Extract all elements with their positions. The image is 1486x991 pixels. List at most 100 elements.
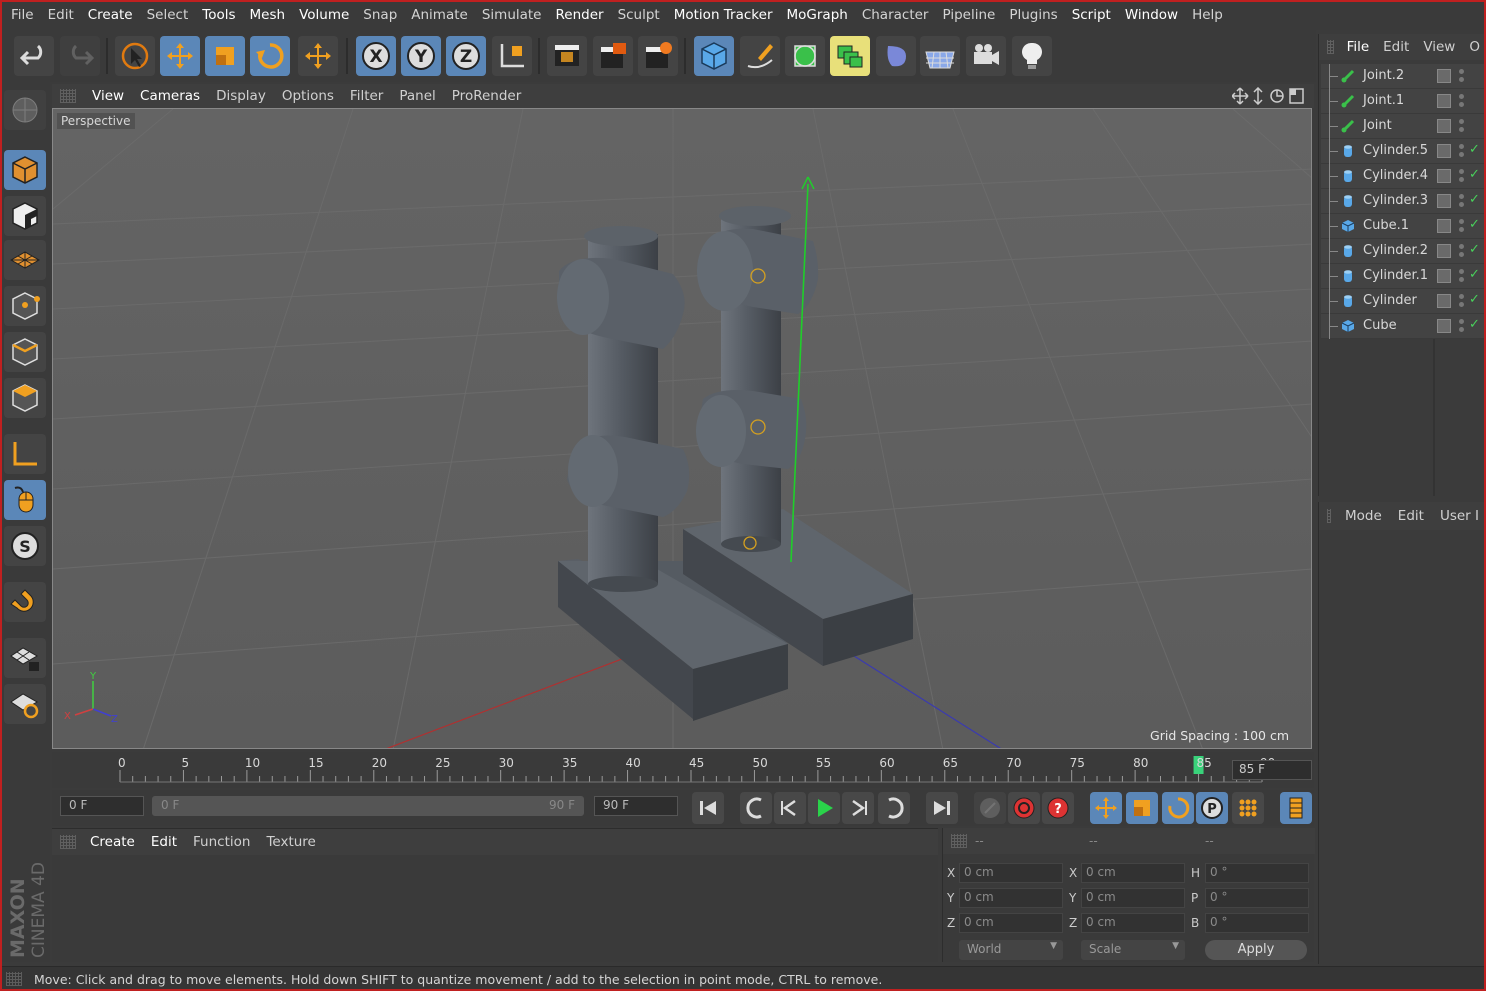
preview-range-slider[interactable]: 0 F 90 F [152, 796, 584, 816]
coord-pos-z-field[interactable]: 0 cm [959, 913, 1063, 933]
key-position-icon[interactable] [1090, 792, 1122, 824]
menu-motion-tracker[interactable]: Motion Tracker [667, 7, 780, 23]
object-name[interactable]: Cylinder.1 [1363, 268, 1428, 283]
menu-simulate[interactable]: Simulate [475, 7, 549, 23]
attribute-menu-user-data[interactable]: User I [1432, 508, 1486, 524]
points-mode-icon[interactable] [4, 286, 46, 326]
keyframe-selection-icon[interactable]: ? [1042, 792, 1074, 824]
object-y-axis-handle[interactable] [790, 176, 815, 563]
current-frame-field[interactable]: 85 F [1232, 760, 1312, 780]
next-frame-icon[interactable] [842, 792, 874, 824]
display-tag-icon[interactable] [1437, 194, 1451, 208]
autokeying-icon[interactable] [1008, 792, 1040, 824]
viewport-menu-panel[interactable]: Panel [391, 88, 443, 104]
panel-grip[interactable] [951, 834, 967, 848]
object-row-cylinder-4[interactable]: Cylinder.4 ✓ [1321, 164, 1485, 189]
object-menu-edit[interactable]: Edit [1376, 39, 1416, 55]
visibility-dots-icon[interactable] [1459, 69, 1465, 83]
workplane-rotate-icon[interactable] [4, 684, 46, 724]
object-row-cube[interactable]: Cube ✓ [1321, 314, 1485, 339]
timeline-layout-icon[interactable] [1280, 792, 1312, 824]
solo-mode-icon[interactable]: S [4, 526, 46, 566]
polygons-mode-icon[interactable] [4, 378, 46, 418]
perspective-viewport[interactable]: Y X Z Perspective Grid Spacing : 100 cm [52, 108, 1312, 749]
menu-plugins[interactable]: Plugins [1002, 7, 1064, 23]
object-row-joint-2[interactable]: Joint.2 [1321, 64, 1485, 89]
key-rotation-icon[interactable] [1162, 792, 1194, 824]
object-name[interactable]: Cylinder.4 [1363, 168, 1428, 183]
coord-scale-dropdown[interactable]: Scale ▼ [1081, 940, 1185, 960]
object-menu-view[interactable]: View [1416, 39, 1462, 55]
menu-pipeline[interactable]: Pipeline [935, 7, 1002, 23]
panel-grip[interactable] [1327, 40, 1334, 54]
menu-edit[interactable]: Edit [41, 7, 81, 23]
axis-mode-icon[interactable] [4, 434, 46, 474]
viewport-rotate-icon[interactable] [1270, 89, 1284, 103]
viewport-zoom-icon[interactable] [1253, 87, 1263, 105]
pen-spline-icon[interactable] [740, 36, 780, 76]
coordinate-system-icon[interactable] [492, 36, 532, 76]
object-name[interactable]: Cylinder.5 [1363, 143, 1428, 158]
menu-render[interactable]: Render [549, 7, 611, 23]
apply-button[interactable]: Apply [1205, 940, 1307, 960]
panel-grip[interactable] [6, 972, 22, 986]
coord-pos-x-field[interactable]: 0 cm [959, 863, 1063, 883]
start-frame-field[interactable]: 0 F [60, 796, 144, 816]
display-tag-icon[interactable] [1437, 69, 1451, 83]
panel-grip[interactable] [60, 89, 76, 103]
light-icon[interactable] [1012, 36, 1052, 76]
menu-file[interactable]: File [4, 7, 41, 23]
display-tag-icon[interactable] [1437, 94, 1451, 108]
workplane-lock-icon[interactable] [4, 638, 46, 678]
menu-mesh[interactable]: Mesh [243, 7, 293, 23]
go-to-end-icon[interactable] [926, 792, 958, 824]
display-tag-icon[interactable] [1437, 219, 1451, 233]
display-tag-icon[interactable] [1437, 119, 1451, 133]
object-row-joint-1[interactable]: Joint.1 [1321, 89, 1485, 114]
display-tag-icon[interactable] [1437, 269, 1451, 283]
viewport-menu-options[interactable]: Options [274, 88, 342, 104]
visibility-dots-icon[interactable] [1459, 219, 1465, 233]
timeline-ruler[interactable]: 051015202530354045505560657075808590 85 … [52, 752, 1314, 788]
coord-mode-dropdown[interactable]: World ▼ [959, 940, 1063, 960]
object-name[interactable]: Cylinder.2 [1363, 243, 1428, 258]
coord-rot-b-field[interactable]: 0 ° [1205, 913, 1309, 933]
viewport-menu-view[interactable]: View [84, 88, 132, 104]
next-key-icon[interactable] [878, 792, 910, 824]
visibility-dots-icon[interactable] [1459, 244, 1465, 258]
cloner-icon[interactable] [830, 36, 870, 76]
enabled-check-icon[interactable]: ✓ [1469, 267, 1480, 282]
material-menu-create[interactable]: Create [82, 834, 143, 850]
object-name[interactable]: Joint.2 [1363, 68, 1404, 83]
menu-window[interactable]: Window [1118, 7, 1185, 23]
object-row-cylinder-1[interactable]: Cylinder.1 ✓ [1321, 264, 1485, 289]
visibility-dots-icon[interactable] [1459, 119, 1465, 133]
menu-script[interactable]: Script [1065, 7, 1118, 23]
menu-animate[interactable]: Animate [404, 7, 475, 23]
render-to-picture-viewer-icon[interactable] [593, 36, 633, 76]
object-name[interactable]: Cube.1 [1363, 218, 1409, 233]
sculpt-sphere-icon[interactable] [4, 90, 46, 130]
undo-icon[interactable] [14, 36, 54, 76]
texture-mode-icon[interactable] [4, 196, 46, 236]
object-name[interactable]: Cylinder.3 [1363, 193, 1428, 208]
object-name[interactable]: Cylinder [1363, 293, 1417, 308]
enabled-check-icon[interactable]: ✓ [1469, 242, 1480, 257]
display-tag-icon[interactable] [1437, 319, 1451, 333]
record-active-objects-icon[interactable] [974, 792, 1006, 824]
attribute-menu-mode[interactable]: Mode [1337, 508, 1390, 524]
object-menu-objects[interactable]: O [1462, 39, 1486, 55]
enabled-check-icon[interactable]: ✓ [1469, 317, 1480, 332]
visibility-dots-icon[interactable] [1459, 194, 1465, 208]
z-axis-lock-icon[interactable]: Z [446, 36, 486, 76]
coord-size-x-field[interactable]: 0 cm [1081, 863, 1185, 883]
end-frame-field[interactable]: 90 F [594, 796, 678, 816]
move-icon[interactable] [160, 36, 200, 76]
display-tag-icon[interactable] [1437, 169, 1451, 183]
live-selection-icon[interactable] [115, 36, 155, 76]
key-parameter-icon[interactable]: P [1196, 792, 1228, 824]
object-name[interactable]: Joint.1 [1363, 93, 1404, 108]
coord-rot-h-field[interactable]: 0 ° [1205, 863, 1309, 883]
coord-size-y-field[interactable]: 0 cm [1081, 888, 1185, 908]
menu-mograph[interactable]: MoGraph [780, 7, 855, 23]
